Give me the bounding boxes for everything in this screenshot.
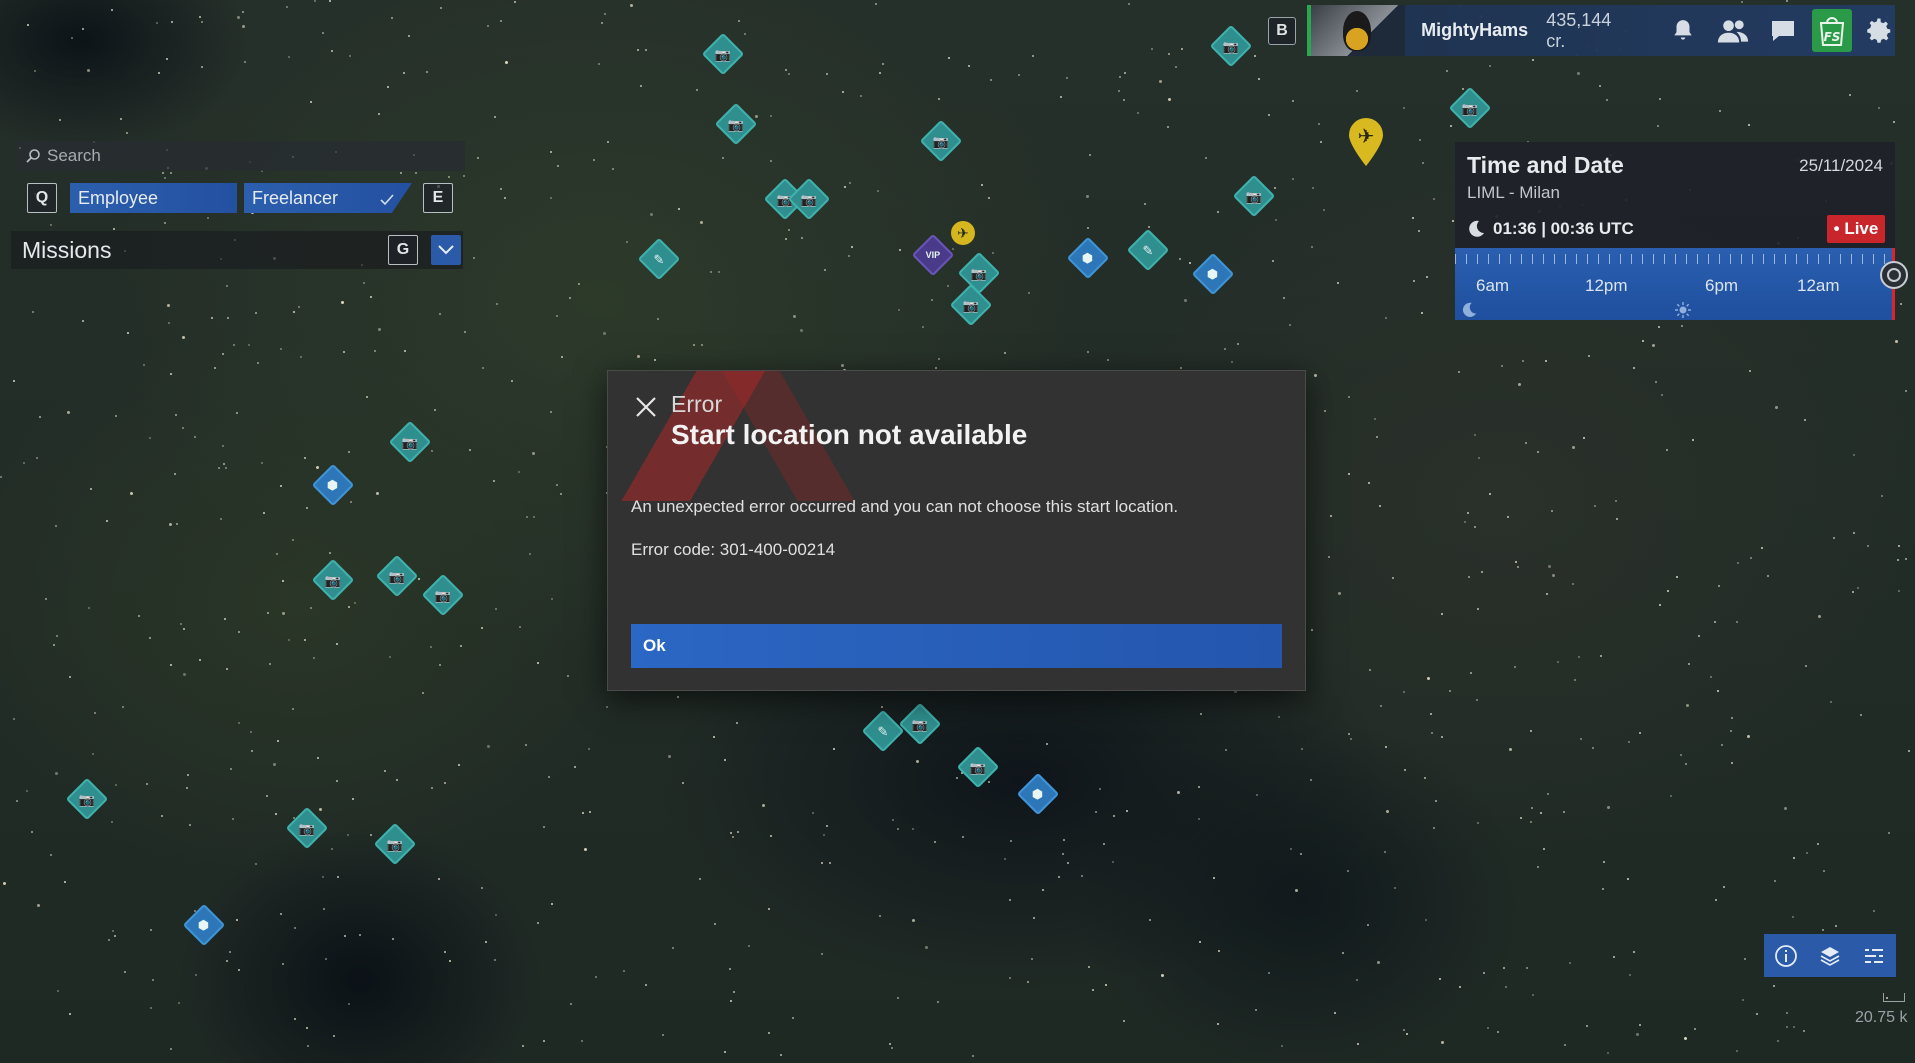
avatar[interactable]	[1307, 5, 1406, 56]
moon-icon	[1469, 220, 1484, 237]
current-date: 25/11/2024	[1799, 156, 1883, 175]
dialog-label: Error	[671, 391, 723, 417]
current-time: 01:36 | 00:36 UTC	[1493, 219, 1634, 238]
error-code: Error code: 301-400-00214	[631, 540, 836, 559]
hotkey-e[interactable]: E	[423, 183, 453, 213]
hotkey-b[interactable]: B	[1268, 17, 1296, 45]
hotkey-g[interactable]: G	[388, 235, 418, 265]
time-ticks	[1455, 254, 1895, 264]
aircraft-position-icon[interactable]: ✈	[951, 221, 975, 245]
time-date-panel: Time and Date 25/11/2024 LIML - Milan 01…	[1455, 142, 1908, 320]
tick-label: 6am	[1476, 276, 1510, 295]
sun-icon	[1675, 302, 1691, 318]
tab-freelancer[interactable]: Freelancer	[244, 183, 412, 213]
live-badge[interactable]: • Live	[1827, 215, 1885, 243]
search-input[interactable]	[47, 146, 447, 166]
missions-dropdown-button[interactable]	[431, 235, 461, 265]
bell-icon[interactable]	[1668, 15, 1699, 47]
friends-icon[interactable]	[1717, 15, 1749, 47]
search-box[interactable]	[17, 141, 465, 171]
hotkey-q[interactable]: Q	[27, 183, 57, 213]
reset-time-icon[interactable]	[1879, 260, 1909, 290]
search-icon	[26, 149, 40, 163]
map-tools-bar	[1764, 934, 1896, 977]
dialog-message: An unexpected error occurred and you can…	[631, 497, 1179, 516]
svg-text:FS: FS	[1824, 30, 1841, 44]
chat-icon[interactable]	[1767, 15, 1798, 47]
tab-employee[interactable]: Employee	[70, 183, 237, 213]
info-icon[interactable]	[1774, 944, 1798, 968]
svg-text:✈: ✈	[1358, 124, 1375, 148]
profile-bar: MightyHams 435,144 cr. FS	[1307, 5, 1895, 56]
username[interactable]: MightyHams	[1421, 20, 1528, 41]
time-slider[interactable]: 6am 12pm 6pm 12am	[1455, 248, 1908, 320]
filter-list-icon[interactable]	[1862, 944, 1886, 968]
current-location: LIML - Milan	[1467, 183, 1560, 202]
tick-label: 6pm	[1705, 276, 1739, 295]
fs-shop-icon[interactable]: FS	[1812, 9, 1852, 52]
map-scale-bar	[1883, 993, 1905, 1002]
ok-button[interactable]: Ok	[631, 624, 1282, 668]
check-icon	[380, 194, 394, 206]
layers-icon[interactable]	[1818, 944, 1842, 968]
credits-balance: 435,144 cr.	[1546, 9, 1612, 51]
tick-label: 12pm	[1585, 276, 1628, 295]
error-dialog: Error Start location not available An un…	[607, 370, 1306, 691]
close-icon[interactable]	[633, 394, 659, 420]
map-scale-label: 20.75 k	[1855, 1009, 1908, 1026]
gear-icon[interactable]	[1864, 15, 1895, 47]
tab-freelancer-label: Freelancer	[252, 187, 339, 208]
dialog-title: Start location not available	[671, 419, 1028, 450]
chevron-down-icon	[438, 245, 454, 255]
missions-title: Missions	[22, 236, 112, 263]
moon-icon	[1462, 302, 1477, 317]
airport-pin-icon[interactable]: ✈	[1347, 117, 1385, 167]
tick-label: 12am	[1797, 276, 1840, 295]
